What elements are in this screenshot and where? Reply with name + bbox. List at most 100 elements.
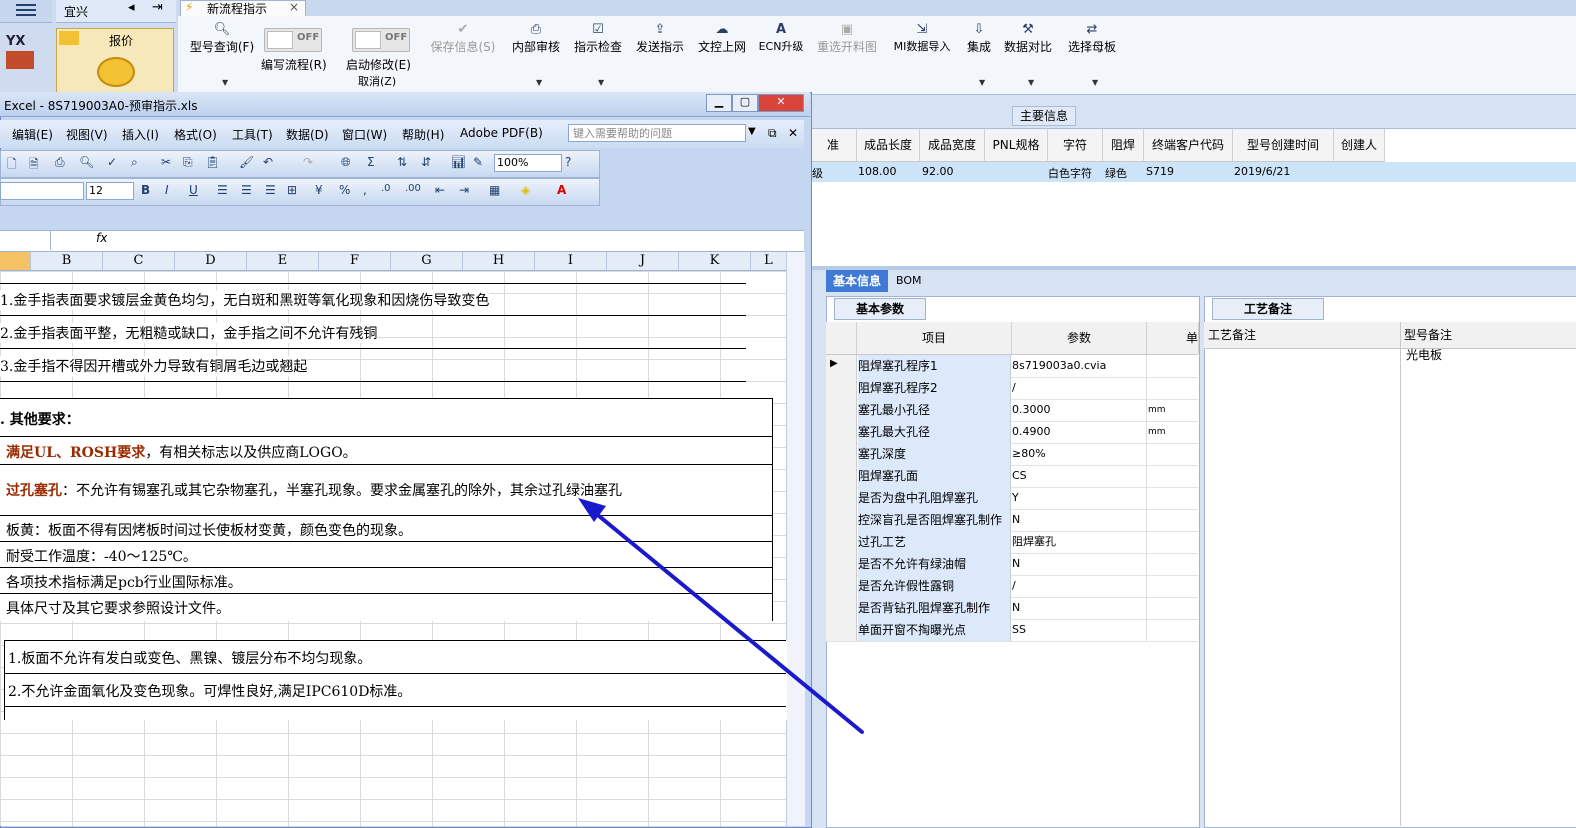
tab-bom[interactable]: BOM <box>896 270 936 292</box>
param-value[interactable]: Y <box>1012 487 1147 509</box>
internal-review-button[interactable]: ⎙ 内部审核 ▼ <box>508 22 564 87</box>
param-value[interactable]: N <box>1012 509 1147 531</box>
param-value[interactable]: N <box>1012 553 1147 575</box>
research-icon[interactable]: ⌕ <box>131 155 138 170</box>
align-left-icon[interactable]: ☰ <box>217 183 228 197</box>
col-header[interactable]: H <box>463 252 535 270</box>
bold-icon[interactable]: B <box>141 183 150 197</box>
fill-color-icon[interactable]: ◈ <box>521 183 530 197</box>
drawing-icon[interactable]: ✎ <box>473 155 483 169</box>
param-row[interactable]: 是否背钻孔阻焊塞孔制作 N <box>826 597 1198 620</box>
save-info-button[interactable]: ✔ 保存信息(S) <box>426 22 500 55</box>
menu-adobe-pdf[interactable]: Adobe PDF(B) <box>460 126 543 140</box>
param-value[interactable]: ≥80% <box>1012 443 1147 465</box>
row-indicator[interactable] <box>826 509 857 531</box>
undo-icon[interactable]: ↶ <box>263 155 273 169</box>
row-indicator[interactable] <box>826 553 857 575</box>
collapse-icon[interactable]: ◂ <box>128 0 135 15</box>
param-value[interactable]: 8s719003a0.cvia <box>1012 355 1147 377</box>
row-indicator[interactable]: ▶ <box>826 355 857 377</box>
param-value[interactable]: 0.4900 <box>1012 421 1147 443</box>
menu-tools[interactable]: 工具(T) <box>232 126 273 143</box>
increase-indent-icon[interactable]: ⇥ <box>459 183 469 197</box>
col-header[interactable]: PNL规格 <box>985 129 1048 162</box>
param-row[interactable]: 阻焊塞孔程序2/ <box>826 377 1198 400</box>
param-row[interactable]: 是否不允许有绿油帽 N <box>826 553 1198 576</box>
param-value[interactable]: 阻焊塞孔 <box>1012 531 1147 553</box>
quote-module-tile[interactable]: 报价 <box>56 28 174 102</box>
param-row[interactable]: 控深盲孔是否阻焊塞孔制作 N <box>826 509 1198 532</box>
menu-format[interactable]: 格式(O) <box>174 126 217 143</box>
tab-new-flow[interactable]: ⚡ 新流程指示 × <box>180 0 306 17</box>
sheet-line[interactable]: 2.金手指表面平整，无粗糙或缺口，金手指之间不允许有残铜 <box>0 323 378 343</box>
font-color-icon[interactable]: A <box>557 183 566 197</box>
col-header[interactable]: J <box>607 252 679 270</box>
fx-icon[interactable]: fx <box>96 231 107 245</box>
integrate-button[interactable]: ⇩ 集成 ▼ <box>962 22 996 87</box>
edit-flow-toggle[interactable]: OFF <box>264 28 322 52</box>
copy-icon[interactable]: ⎘ <box>183 155 193 170</box>
permission-icon[interactable]: 🗎 <box>29 155 39 176</box>
font-name-select[interactable] <box>0 182 84 200</box>
vertical-scrollbar[interactable] <box>786 252 805 826</box>
col-header[interactable]: L <box>751 252 787 270</box>
col-header-a[interactable] <box>0 252 31 270</box>
param-row[interactable]: 塞孔深度 ≥80% <box>826 443 1198 466</box>
row-indicator[interactable] <box>826 575 857 597</box>
menu-window[interactable]: 窗口(W) <box>342 126 387 143</box>
redo-icon[interactable]: ↷ <box>303 155 313 169</box>
minimize-icon[interactable]: ▁ <box>706 94 732 112</box>
select-master-button[interactable]: ⇄ 选择母板 ▼ <box>1064 22 1120 87</box>
sheet-line[interactable]: 满足UL、ROSH要求，有相关标志以及供应商LOGO。 <box>6 442 357 462</box>
param-value[interactable]: / <box>1012 377 1147 399</box>
col-header[interactable]: 阻焊 <box>1103 129 1144 162</box>
italic-icon[interactable]: I <box>165 183 169 197</box>
underline-icon[interactable]: U <box>189 183 198 197</box>
percent-icon[interactable]: % <box>339 183 350 197</box>
craft-notes-title[interactable]: 工艺备注 <box>1212 298 1324 320</box>
sheet-line[interactable]: 3.金手指不得因开槽或外力导致有铜屑毛边或翘起 <box>0 356 308 376</box>
col-header[interactable]: C <box>103 252 175 270</box>
col-header[interactable]: 字符 <box>1048 129 1103 162</box>
name-box[interactable] <box>0 230 51 250</box>
row-indicator[interactable] <box>826 399 857 421</box>
print-preview-icon[interactable]: 🔍︎ <box>79 155 94 169</box>
col-header[interactable]: 成品长度 <box>857 129 920 162</box>
cut-icon[interactable]: ✂ <box>161 155 171 169</box>
autosum-icon[interactable]: Σ <box>367 155 375 169</box>
close-icon[interactable]: × <box>289 0 299 14</box>
currency-icon[interactable]: ¥ <box>315 183 323 197</box>
menu-help[interactable]: 帮助(H) <box>402 126 444 143</box>
param-row[interactable]: 阻焊塞孔面 CS <box>826 465 1198 488</box>
other-requirements-heading[interactable]: . 其他要求： <box>0 409 80 429</box>
param-value[interactable]: / <box>1012 575 1147 597</box>
param-row[interactable]: ▶ 阻焊塞孔程序1 8s719003a0.cvia <box>826 355 1198 378</box>
decrease-decimal-icon[interactable]: .00 <box>405 183 421 194</box>
print-icon[interactable]: ⎙ <box>55 155 65 170</box>
sheet-line[interactable]: 1.板面不允许有发白或变色、黑镍、镀层分布不均匀现象。 <box>8 648 372 668</box>
col-header[interactable]: I <box>535 252 607 270</box>
menu-icon[interactable] <box>0 0 52 23</box>
sort-asc-icon[interactable]: ⇅ <box>397 155 407 169</box>
mi-import-button[interactable]: ⇲ MI数据导入 <box>886 22 958 54</box>
model-query-button[interactable]: 🔍︎ 型号查询(F) ▼ <box>184 22 260 87</box>
model-note-value[interactable]: 光电板 <box>1406 346 1442 363</box>
col-header[interactable]: E <box>247 252 319 270</box>
param-row[interactable]: 是否为盘中孔阻焊塞孔 Y <box>826 487 1198 510</box>
align-center-icon[interactable]: ☰ <box>241 183 252 197</box>
instruction-check-button[interactable]: ☑ 指示检查 ▼ <box>570 22 626 87</box>
reselect-chart-button[interactable]: ▣ 重选开料图 <box>814 22 880 55</box>
borders-icon[interactable]: ▦ <box>489 183 500 197</box>
param-row[interactable]: 单面开窗不掏曝光点 SS <box>826 619 1198 642</box>
col-header[interactable]: K <box>679 252 751 270</box>
data-compare-button[interactable]: ⚒ 数据对比 ▼ <box>1002 22 1054 87</box>
col-header[interactable]: 单 <box>1147 322 1199 354</box>
col-header[interactable]: D <box>175 252 247 270</box>
col-header[interactable]: 型号创建时间 <box>1233 129 1334 162</box>
col-header[interactable]: 终端客户代码 <box>1144 129 1233 162</box>
col-header[interactable]: 准 <box>810 129 857 162</box>
param-value[interactable]: N <box>1012 597 1147 619</box>
hyperlink-icon[interactable]: 🌐︎ <box>341 155 351 170</box>
tab-basic-info[interactable]: 基本信息 <box>826 270 888 292</box>
menu-data[interactable]: 数据(D) <box>286 126 329 143</box>
